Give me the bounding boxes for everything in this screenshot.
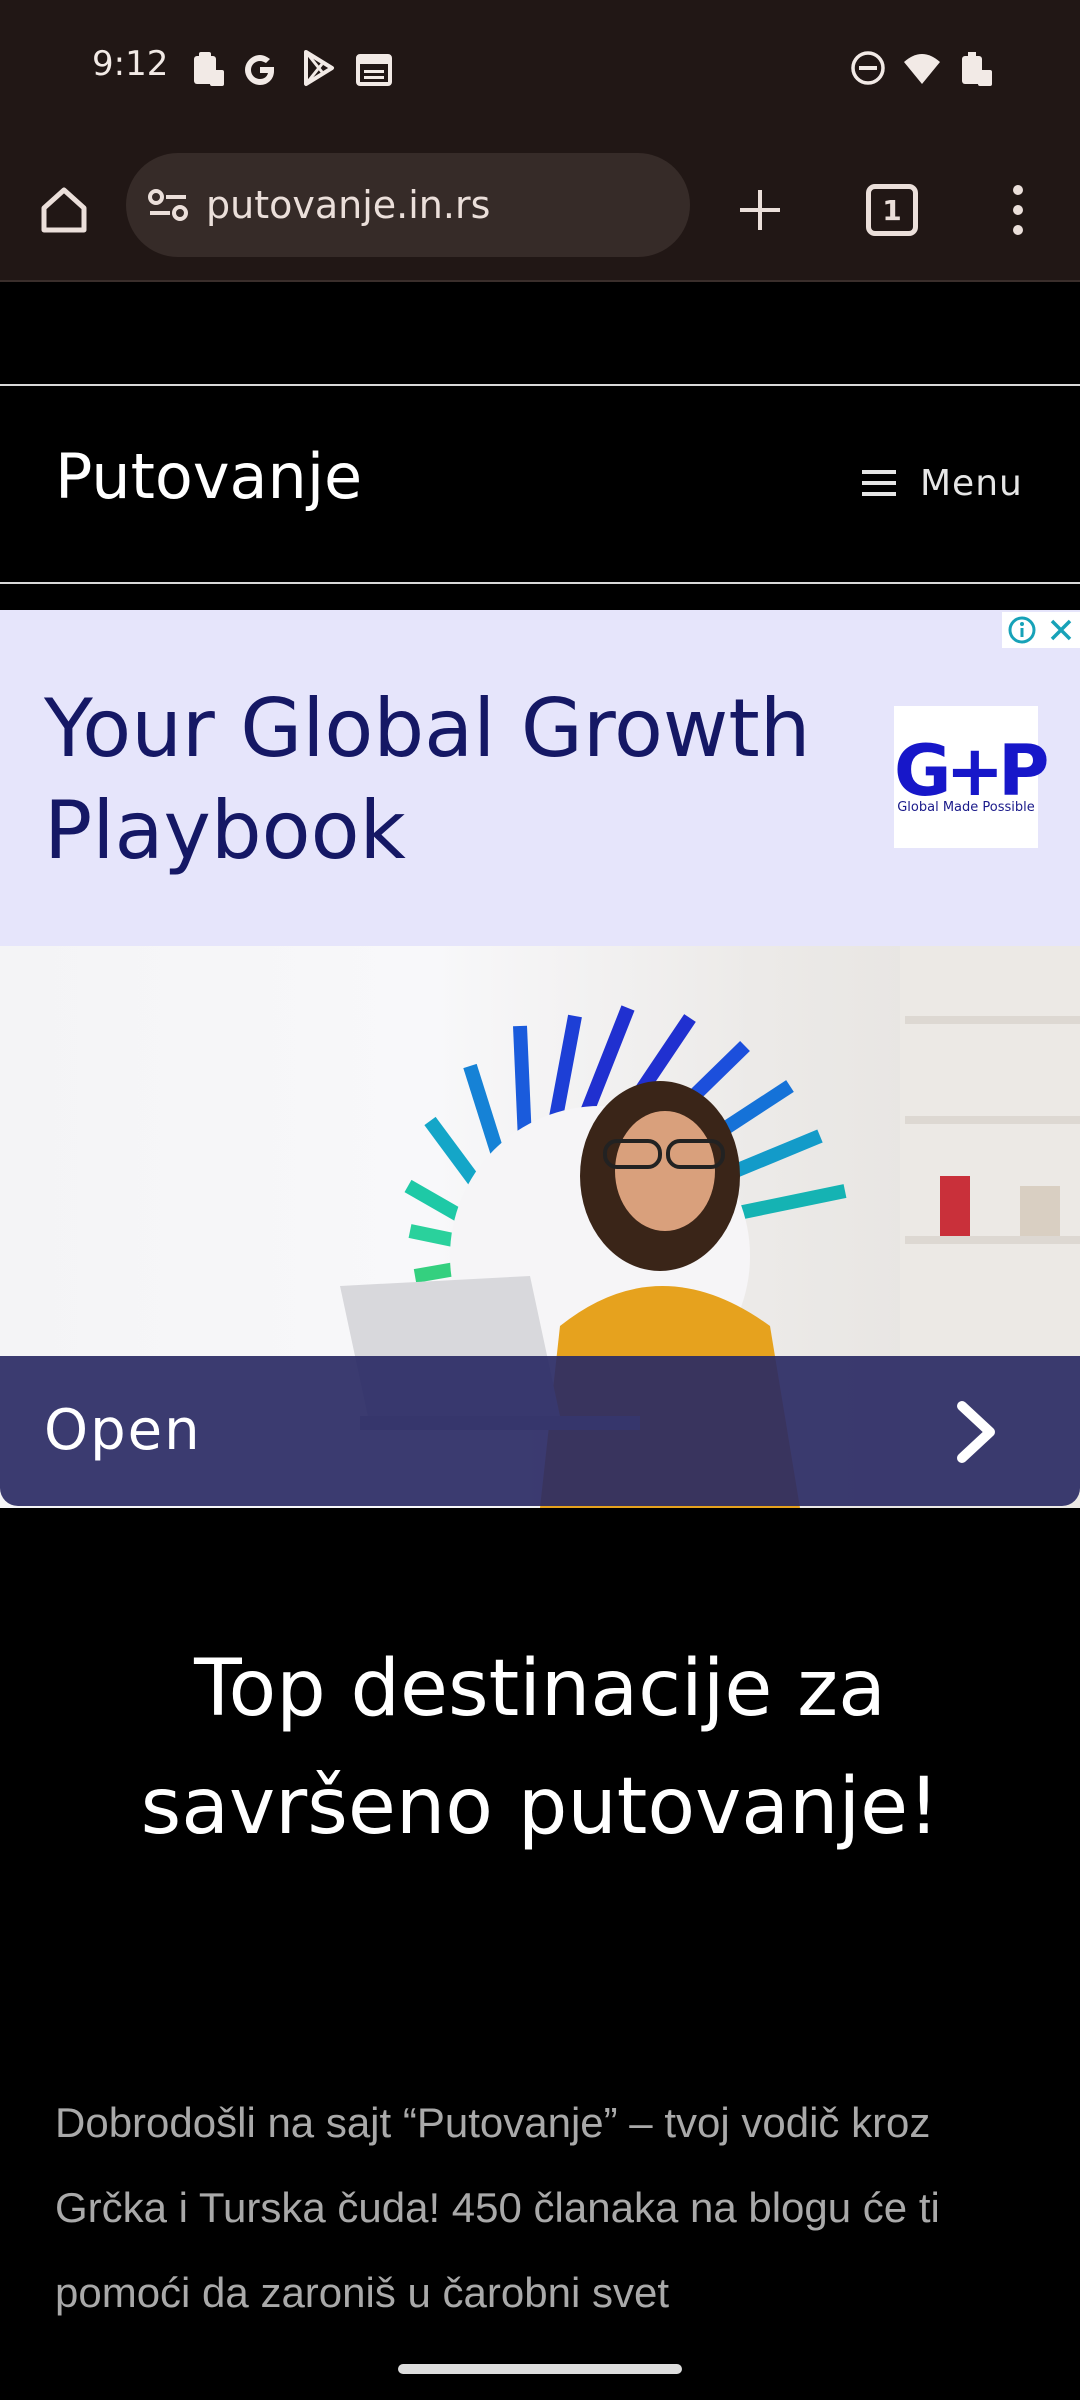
hamburger-icon [862, 470, 896, 496]
wifi-icon [904, 54, 940, 84]
do-not-disturb-icon [851, 51, 885, 85]
home-button[interactable] [24, 170, 104, 250]
site-title[interactable]: Putovanje [55, 440, 362, 513]
address-bar[interactable]: putovanje.in.rs [126, 153, 690, 257]
site-settings-icon[interactable] [146, 183, 190, 227]
more-options-icon [1013, 185, 1023, 235]
ad-logo-tagline: Global Made Possible [897, 800, 1035, 815]
tab-count: 1 [882, 193, 902, 227]
new-tab-button[interactable] [720, 170, 800, 250]
close-ad-icon[interactable] [1047, 616, 1075, 644]
chevron-right-icon[interactable] [948, 1400, 1008, 1464]
ad-headline[interactable]: Your Global Growth Playbook [44, 678, 844, 882]
tab-switcher-button[interactable]: 1 [852, 170, 932, 250]
more-options-button[interactable] [978, 170, 1058, 250]
intro-paragraph: Dobrodošli na sajt “Putovanje” – tvoj vo… [55, 2099, 940, 2316]
google-icon [245, 55, 274, 85]
menu-button[interactable]: Menu [862, 455, 1023, 511]
calendar-icon [356, 54, 392, 86]
play-store-icon [304, 50, 334, 86]
page-headline: Top destinacije za savršeno putovanje! [140, 1644, 940, 1852]
url-text[interactable]: putovanje.in.rs [206, 183, 490, 227]
menu-label: Menu [920, 462, 1023, 504]
ad-choices[interactable] [1002, 612, 1080, 648]
clipboard-icon [194, 52, 224, 86]
ad-cta-label[interactable]: Open [44, 1398, 202, 1463]
ad-logo[interactable]: G+P Global Made Possible [894, 706, 1049, 848]
home-icon [41, 187, 87, 233]
status-time: 9:12 [92, 44, 169, 84]
tab-switcher-icon: 1 [866, 184, 918, 236]
battery-icon [962, 52, 992, 86]
new-tab-icon [740, 190, 780, 230]
gesture-nav-bar[interactable] [398, 2364, 682, 2374]
info-icon[interactable] [1007, 615, 1037, 645]
